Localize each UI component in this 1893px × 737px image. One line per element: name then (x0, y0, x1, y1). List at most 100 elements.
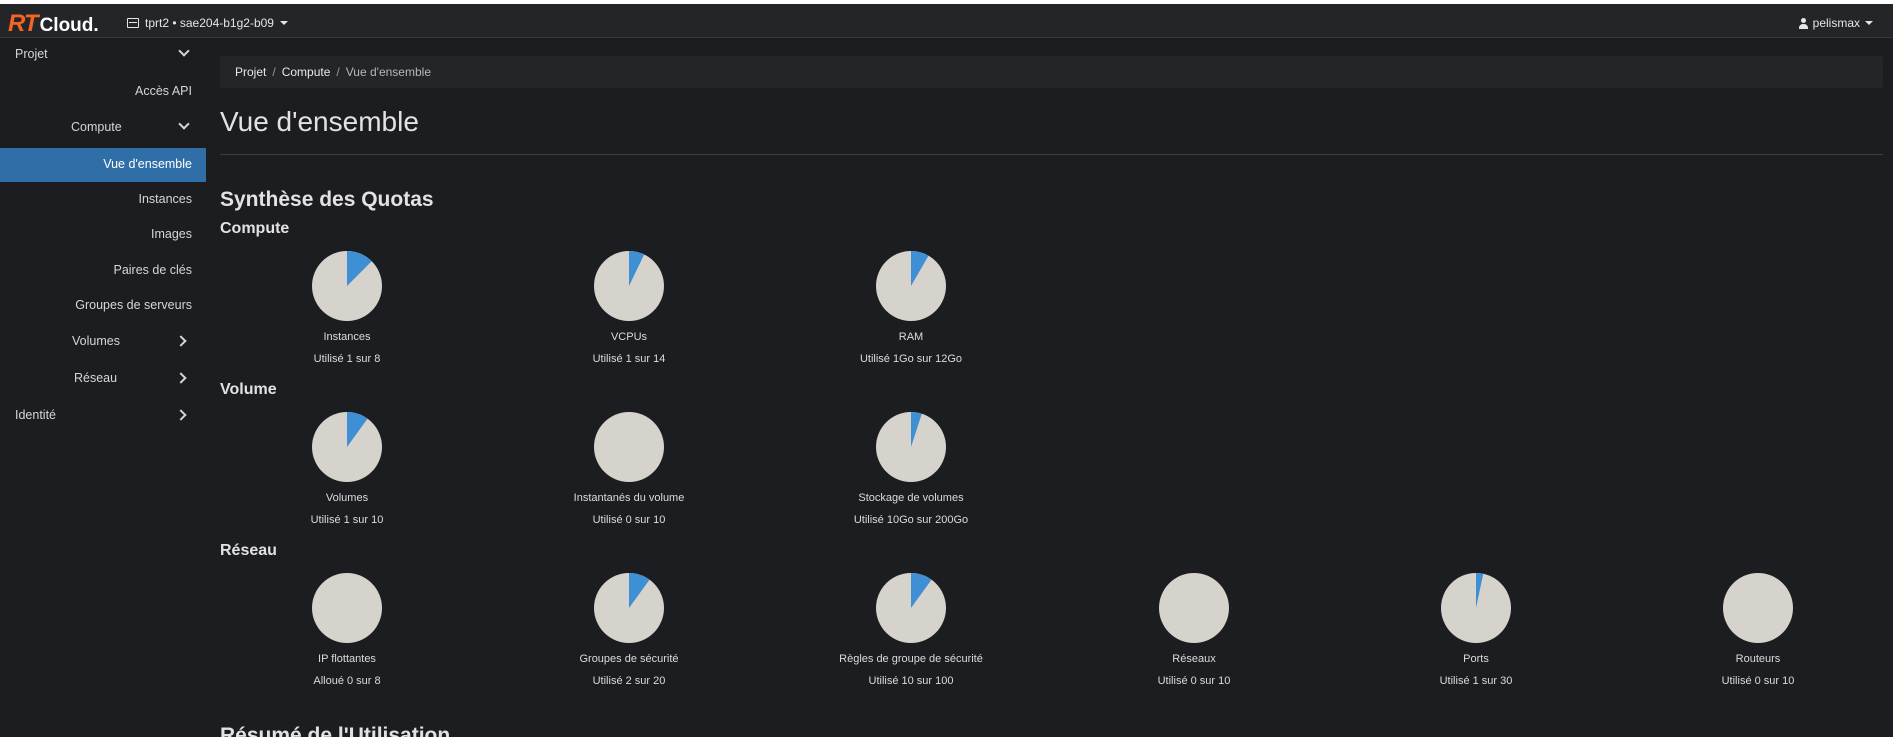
user-icon (1798, 17, 1808, 29)
pie-chart-ports (1441, 573, 1511, 643)
brand-logo[interactable]: RT Cloud. (8, 10, 99, 37)
sidebar: Projet Accès API Compute Vue d'ensemble … (0, 38, 206, 737)
quota-summary-title: Synthèse des Quotas (220, 188, 434, 211)
quota-usage: Utilisé 2 sur 20 (592, 675, 666, 687)
breadcrumb: Projet / Compute / Vue d'ensemble (220, 56, 1883, 88)
pie-chart-ram (876, 251, 946, 321)
quota-vcpus: VCPUs Utilisé 1 sur 14 (529, 250, 729, 365)
sidebar-item-label: Images (151, 227, 192, 241)
quota-label: Routeurs (1735, 653, 1781, 665)
sidebar-item-paires-de-cles[interactable]: Paires de clés (0, 254, 206, 288)
logo-rt: RT (8, 10, 39, 37)
pie-chart-routers (1723, 573, 1793, 643)
quota-usage: Utilisé 1 sur 14 (592, 353, 666, 365)
user-menu[interactable]: pelismax (1798, 16, 1873, 30)
quota-label: Ports (1463, 653, 1489, 665)
group-title-reseau: Réseau (220, 542, 277, 559)
breadcrumb-projet[interactable]: Projet (235, 65, 266, 79)
quota-volume-snapshots: Instantanés du volume Utilisé 0 sur 10 (529, 411, 729, 526)
breadcrumb-compute[interactable]: Compute (282, 65, 331, 79)
quota-usage: Utilisé 1Go sur 12Go (859, 353, 963, 365)
chevron-right-icon (175, 335, 187, 347)
breadcrumb-current: Vue d'ensemble (345, 65, 431, 79)
caret-down-icon (279, 21, 288, 25)
pie-chart-networks (1159, 573, 1229, 643)
pie-slice-free (1159, 573, 1229, 643)
quota-security-groups: Groupes de sécurité Utilisé 2 sur 20 (529, 572, 729, 687)
quota-label: Stockage de volumes (858, 492, 964, 504)
sidebar-item-label: Projet (15, 47, 48, 61)
sidebar-item-label: Instances (138, 192, 192, 206)
pie-slice-free (1723, 573, 1793, 643)
quota-label: Instances (323, 331, 371, 343)
quota-usage: Utilisé 1 sur 8 (313, 353, 381, 365)
chevron-down-icon (178, 45, 190, 57)
project-selector[interactable]: tprt2 • sae204-b1g2-b09 (127, 16, 288, 30)
sidebar-item-label: Volumes (72, 334, 120, 348)
quota-usage: Utilisé 1 sur 10 (310, 514, 384, 526)
title-divider (220, 154, 1883, 155)
quota-usage: Alloué 0 sur 8 (313, 675, 381, 687)
project-selector-label: tprt2 • sae204-b1g2-b09 (145, 16, 274, 30)
quota-label: Règles de groupe de sécurité (839, 653, 983, 665)
group-title-compute: Compute (220, 220, 290, 237)
sidebar-item-projet[interactable]: Projet (0, 38, 206, 72)
top-navbar: RT Cloud. tprt2 • sae204-b1g2-b09 pelism… (0, 0, 1893, 38)
quota-networks: Réseaux Utilisé 0 sur 10 (1094, 572, 1294, 687)
quota-usage: Utilisé 0 sur 10 (1721, 675, 1795, 687)
quota-floating-ips: IP flottantes Alloué 0 sur 8 (247, 572, 447, 687)
sidebar-item-acces-api[interactable]: Accès API (0, 75, 206, 109)
quota-usage: Utilisé 10 sur 100 (868, 675, 954, 687)
quota-routers: Routeurs Utilisé 0 sur 10 (1658, 572, 1858, 687)
sidebar-item-compute[interactable]: Compute (0, 111, 206, 145)
chevron-down-icon (178, 118, 190, 130)
sidebar-item-label: Accès API (135, 84, 192, 98)
pie-chart-floating-ips (312, 573, 382, 643)
pie-chart-volumes (312, 412, 382, 482)
quota-label: Réseaux (1172, 653, 1216, 665)
pie-chart-instances (312, 251, 382, 321)
sidebar-item-label: Compute (71, 120, 122, 134)
pie-chart-security-group-rules (876, 573, 946, 643)
sidebar-item-vue-d-ensemble[interactable]: Vue d'ensemble (0, 148, 206, 182)
sidebar-item-images[interactable]: Images (0, 218, 206, 252)
quota-ports: Ports Utilisé 1 sur 30 (1376, 572, 1576, 687)
quota-volumes: Volumes Utilisé 1 sur 10 (247, 411, 447, 526)
chevron-right-icon (175, 372, 187, 384)
pie-slice-free (594, 412, 664, 482)
sidebar-item-label: Réseau (74, 371, 118, 385)
server-icon (127, 18, 139, 28)
caret-down-icon (1865, 21, 1873, 25)
quota-label: RAM (898, 331, 924, 343)
quota-usage: Utilisé 10Go sur 200Go (853, 514, 969, 526)
sidebar-item-label: Identité (15, 408, 57, 422)
usage-summary-title: Résumé de l'Utilisation (220, 724, 451, 737)
quota-volume-storage: Stockage de volumes Utilisé 10Go sur 200… (811, 411, 1011, 526)
sidebar-item-groupes-de-serveurs[interactable]: Groupes de serveurs (0, 289, 206, 323)
logo-cloud: Cloud. (39, 15, 99, 36)
quota-security-group-rules: Règles de groupe de sécurité Utilisé 10 … (811, 572, 1011, 687)
group-title-volume: Volume (220, 381, 277, 398)
quota-ram: RAM Utilisé 1Go sur 12Go (811, 250, 1011, 365)
user-name: pelismax (1812, 16, 1860, 30)
breadcrumb-separator: / (272, 65, 276, 79)
quota-usage: Utilisé 1 sur 30 (1439, 675, 1513, 687)
quota-instances: Instances Utilisé 1 sur 8 (247, 250, 447, 365)
pie-chart-vcpus (594, 251, 664, 321)
sidebar-item-volumes[interactable]: Volumes (0, 325, 206, 359)
sidebar-item-reseau[interactable]: Réseau (0, 362, 206, 396)
quota-label: IP flottantes (318, 653, 376, 665)
quota-usage: Utilisé 0 sur 10 (592, 514, 666, 526)
quota-label: VCPUs (610, 331, 648, 343)
sidebar-item-label: Vue d'ensemble (103, 157, 192, 171)
sidebar-item-instances[interactable]: Instances (0, 183, 206, 217)
pie-slice-free (312, 573, 382, 643)
sidebar-item-identite[interactable]: Identité (0, 399, 206, 433)
chevron-right-icon (175, 409, 187, 421)
quota-label: Instantanés du volume (573, 492, 685, 504)
quota-label: Groupes de sécurité (579, 653, 679, 665)
quota-label: Volumes (325, 492, 369, 504)
pie-chart-security-groups (594, 573, 664, 643)
pie-chart-volume-snapshots (594, 412, 664, 482)
sidebar-item-label: Paires de clés (113, 263, 192, 277)
